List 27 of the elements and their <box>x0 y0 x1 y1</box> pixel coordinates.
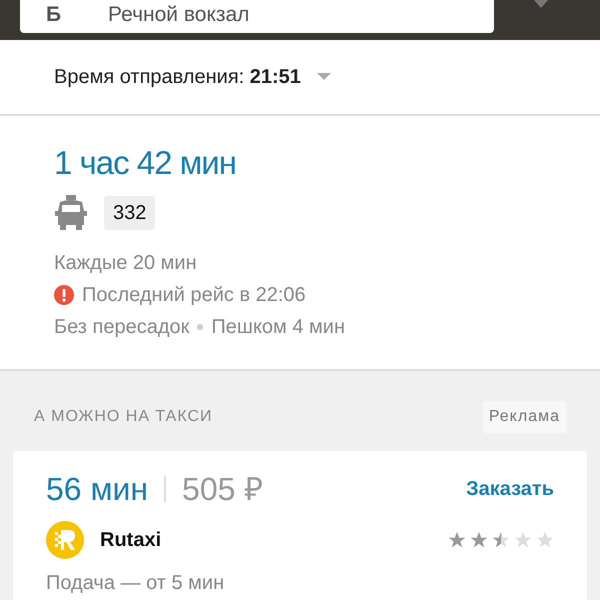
company-logo-icon <box>46 521 84 559</box>
pickup-text: Подача — от 5 мин <box>46 571 226 596</box>
warning-text: Последний рейс в 22:06 <box>82 283 306 308</box>
search-value: Речной вокзал <box>108 4 250 25</box>
ad-label: Реклама <box>482 401 566 433</box>
search-field[interactable]: Б Речной вокзал <box>20 0 494 33</box>
company-name: Rutaxi <box>100 528 162 553</box>
route-number: 332 <box>104 196 156 230</box>
dropdown-caret-icon <box>316 73 331 81</box>
taxi-price: 505 ₽ <box>182 473 264 505</box>
pin-icon[interactable] <box>534 0 548 8</box>
taxi-duration: 56 мин <box>46 473 148 505</box>
order-button[interactable]: Заказать <box>466 474 554 504</box>
point-label: Б <box>46 4 62 25</box>
star-icon <box>536 531 554 549</box>
transfers-text: Без пересадок <box>54 315 190 340</box>
star-icon <box>448 531 466 549</box>
star-icon <box>492 531 510 549</box>
route-duration: 1 час 42 мин <box>54 146 237 179</box>
frequency-text: Каждые 20 мин <box>54 251 198 276</box>
warning-icon <box>54 285 74 305</box>
section-heading: А МОЖНО НА ТАКСИ <box>34 407 213 427</box>
minibus-icon <box>54 195 88 231</box>
walk-text: Пешком 4 мин <box>211 315 345 340</box>
star-icon <box>470 531 488 549</box>
departure-time-selector[interactable]: Время отправления: 21:51 <box>54 62 331 92</box>
star-icon <box>514 531 532 549</box>
